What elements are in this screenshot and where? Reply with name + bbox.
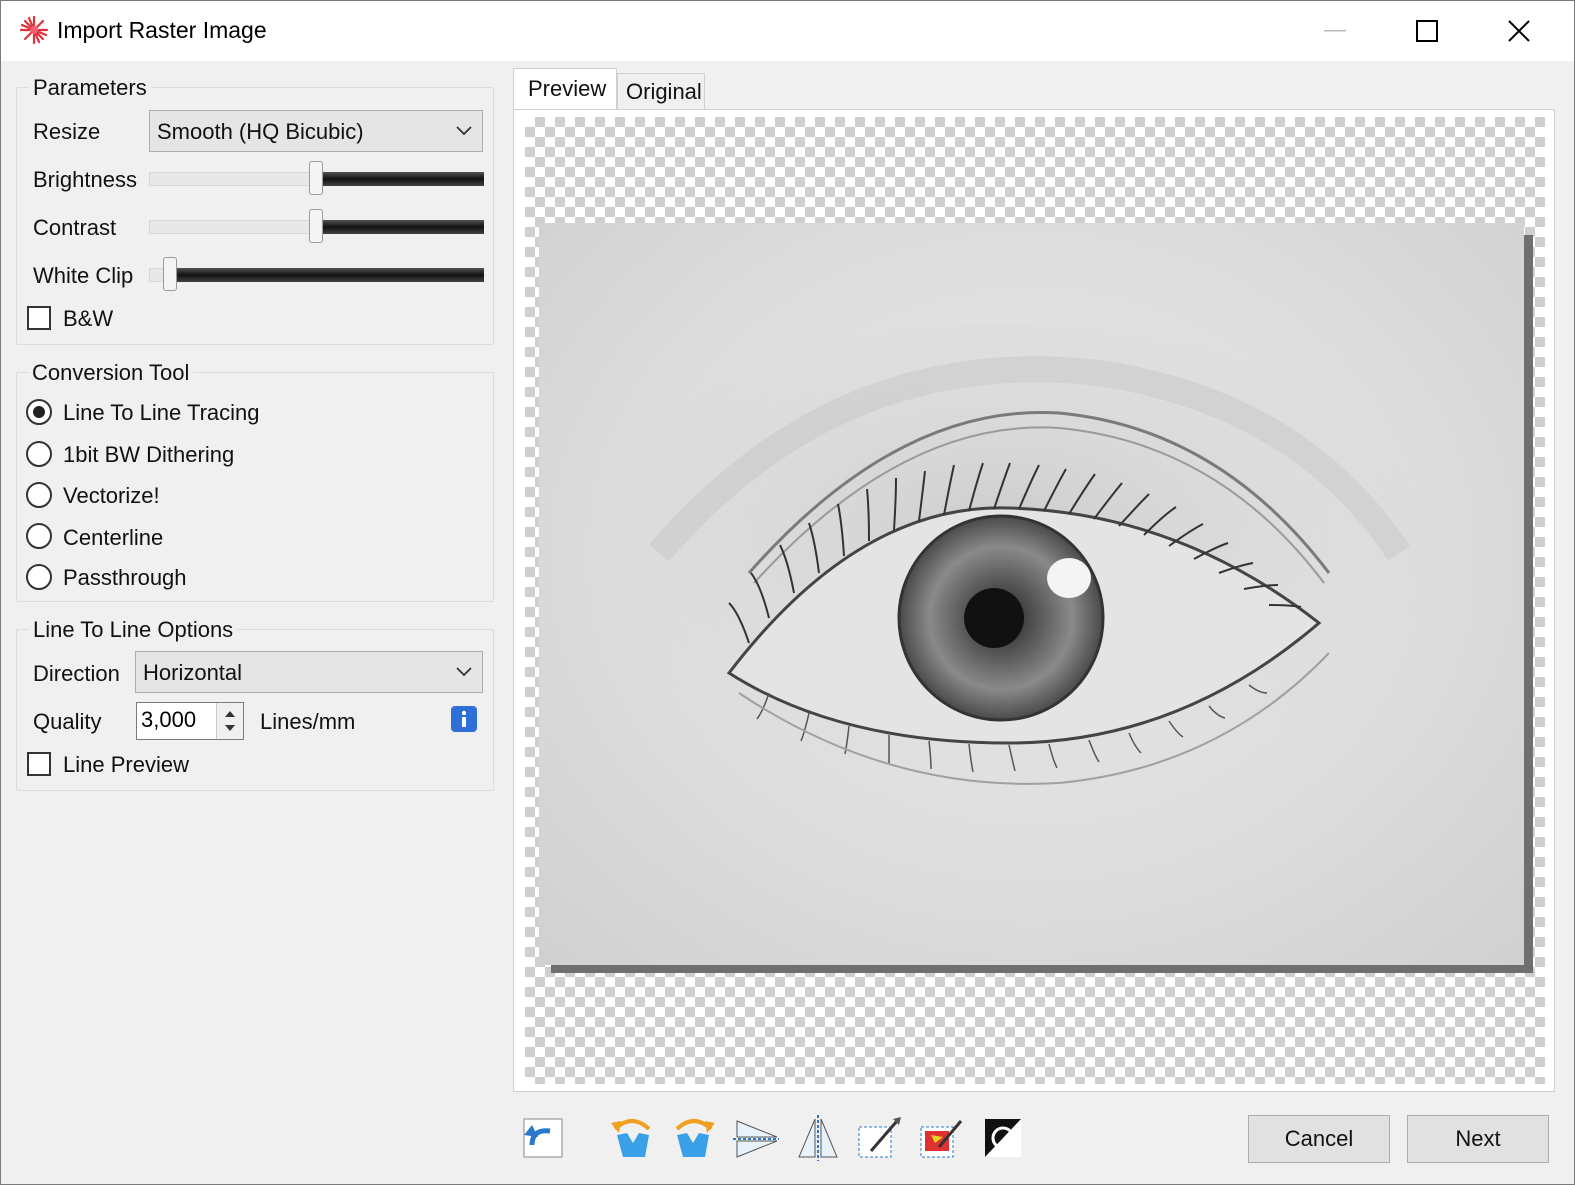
radio-passthrough[interactable] xyxy=(26,564,52,590)
conversion-tool-group-label: Conversion Tool xyxy=(28,360,194,386)
direction-value: Horizontal xyxy=(143,660,243,685)
radio-centerline[interactable] xyxy=(26,523,52,549)
rotate-right-icon xyxy=(675,1119,715,1157)
tab-original[interactable]: Original xyxy=(617,73,705,109)
radio-line-to-line-label: Line To Line Tracing xyxy=(63,400,260,425)
radio-passthrough-label: Passthrough xyxy=(63,565,187,590)
mask-icon xyxy=(920,1120,963,1158)
contrast-label: Contrast xyxy=(33,215,117,240)
preview-image xyxy=(539,223,1524,965)
white-clip-track-right xyxy=(171,268,484,282)
contrast-track-left xyxy=(149,220,317,234)
brightness-thumb[interactable] xyxy=(309,161,323,195)
undo-button[interactable] xyxy=(515,1111,569,1165)
minimize-button[interactable] xyxy=(1289,1,1381,61)
spin-arrows-icon xyxy=(225,711,235,731)
maximize-button[interactable] xyxy=(1381,1,1473,61)
bw-checkbox[interactable] xyxy=(27,306,51,330)
minimize-icon xyxy=(1324,30,1346,32)
tab-preview[interactable]: Preview xyxy=(513,68,617,110)
maximize-icon xyxy=(1416,20,1438,42)
brightness-track-left xyxy=(149,172,317,186)
quality-spin-arrows[interactable] xyxy=(216,703,243,739)
radio-vectorize-label: Vectorize! xyxy=(63,483,160,508)
bw-label: B&W xyxy=(63,306,114,331)
mask-button[interactable] xyxy=(913,1111,967,1165)
rotate-left-button[interactable] xyxy=(605,1111,659,1165)
radio-1bit-dithering[interactable] xyxy=(26,441,52,467)
eye-sketch-image xyxy=(589,323,1429,785)
invert-button[interactable] xyxy=(975,1111,1029,1165)
chevron-down-icon xyxy=(456,667,472,677)
crop-icon xyxy=(858,1117,901,1158)
quality-unit: Lines/mm xyxy=(260,709,356,734)
contrast-track-right xyxy=(317,220,484,234)
tab-original-label: Original xyxy=(626,79,702,104)
app-logo-icon xyxy=(19,15,49,45)
resize-dropdown[interactable]: Smooth (HQ Bicubic) xyxy=(149,110,483,152)
import-raster-dialog: Import Raster Image Parameters Resize Sm… xyxy=(0,0,1575,1185)
close-button[interactable] xyxy=(1473,1,1565,61)
quality-stepper[interactable]: 3,000 xyxy=(136,702,244,740)
brightness-track-right xyxy=(317,172,484,186)
direction-dropdown[interactable]: Horizontal xyxy=(135,651,483,693)
window-title: Import Raster Image xyxy=(57,17,267,43)
flip-vertical-icon xyxy=(798,1115,838,1161)
crop-button[interactable] xyxy=(851,1111,905,1165)
radio-1bit-dithering-label: 1bit BW Dithering xyxy=(63,442,235,467)
invert-icon xyxy=(985,1119,1021,1157)
close-icon xyxy=(1508,20,1530,42)
tab-preview-label: Preview xyxy=(528,76,607,101)
line-options-group-label: Line To Line Options xyxy=(29,617,238,643)
resize-value: Smooth (HQ Bicubic) xyxy=(157,119,364,144)
line-preview-label: Line Preview xyxy=(63,752,189,777)
line-preview-checkbox[interactable] xyxy=(27,752,51,776)
white-clip-label: White Clip xyxy=(33,263,134,288)
info-icon[interactable] xyxy=(451,706,477,737)
flip-horizontal-icon xyxy=(733,1120,779,1158)
title-bar: Import Raster Image xyxy=(1,1,1574,61)
next-button-label: Next xyxy=(1455,1126,1501,1151)
radio-centerline-label: Centerline xyxy=(63,525,164,550)
quality-label: Quality xyxy=(33,709,102,734)
flip-vertical-button[interactable] xyxy=(791,1111,845,1165)
rotate-left-icon xyxy=(611,1119,651,1157)
rotate-right-button[interactable] xyxy=(667,1111,721,1165)
white-clip-thumb[interactable] xyxy=(163,257,177,291)
radio-selected-dot xyxy=(33,406,45,418)
undo-icon xyxy=(523,1118,563,1158)
contrast-thumb[interactable] xyxy=(309,209,323,243)
brightness-label: Brightness xyxy=(33,167,137,192)
cancel-button-label: Cancel xyxy=(1284,1126,1354,1151)
radio-vectorize[interactable] xyxy=(26,482,52,508)
direction-label: Direction xyxy=(33,661,120,686)
quality-value: 3,000 xyxy=(141,707,197,732)
radio-line-to-line[interactable] xyxy=(26,399,52,425)
flip-horizontal-button[interactable] xyxy=(729,1111,783,1165)
chevron-down-icon xyxy=(456,126,472,136)
cancel-button[interactable]: Cancel xyxy=(1248,1115,1390,1163)
parameters-group-label: Parameters xyxy=(29,75,151,101)
next-button[interactable]: Next xyxy=(1407,1115,1549,1163)
resize-label: Resize xyxy=(33,119,101,144)
